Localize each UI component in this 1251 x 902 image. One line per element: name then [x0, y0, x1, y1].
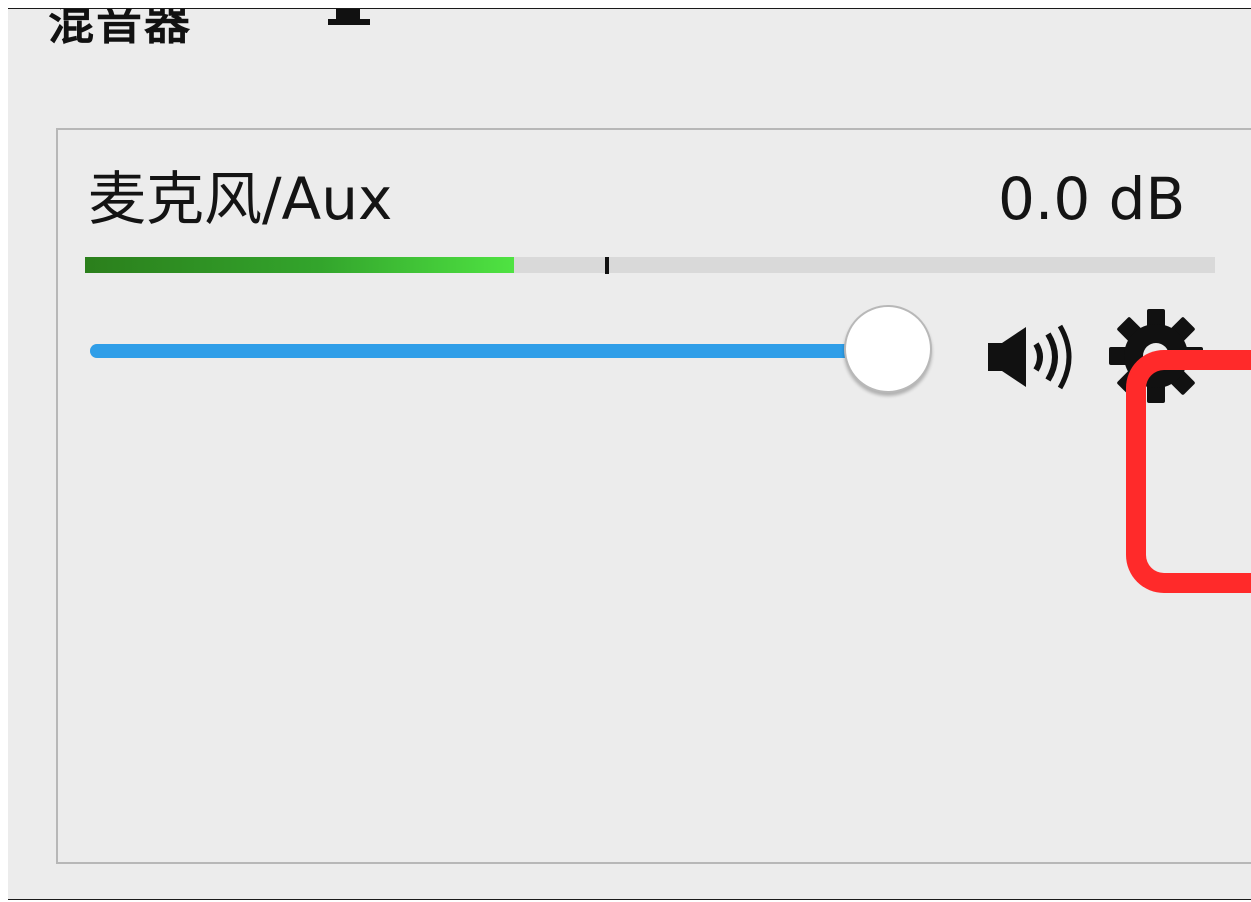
volume-slider-fill [90, 344, 888, 358]
mixer-icon[interactable] [328, 9, 386, 29]
volume-db-label: 0.0 dB [998, 165, 1186, 233]
volume-slider-thumb[interactable] [844, 305, 932, 393]
level-meter-fill [85, 257, 515, 273]
level-meter [85, 257, 1215, 274]
gear-icon[interactable] [1106, 306, 1206, 406]
speaker-icon[interactable] [984, 322, 1079, 392]
audio-source-panel: 麦克风/Aux 0.0 dB [56, 128, 1251, 864]
source-name-label: 麦克风/Aux [88, 165, 393, 233]
mixer-window: 混音器 麦克风/Aux 0.0 dB [8, 8, 1251, 900]
mixer-title: 混音器 [48, 8, 192, 50]
mixer-icon-bar [336, 9, 360, 19]
peak-marker [604, 257, 609, 274]
volume-slider[interactable] [90, 344, 930, 358]
screenshot-frame: 混音器 麦克风/Aux 0.0 dB [0, 0, 1251, 902]
mixer-icon-cap [328, 19, 370, 25]
